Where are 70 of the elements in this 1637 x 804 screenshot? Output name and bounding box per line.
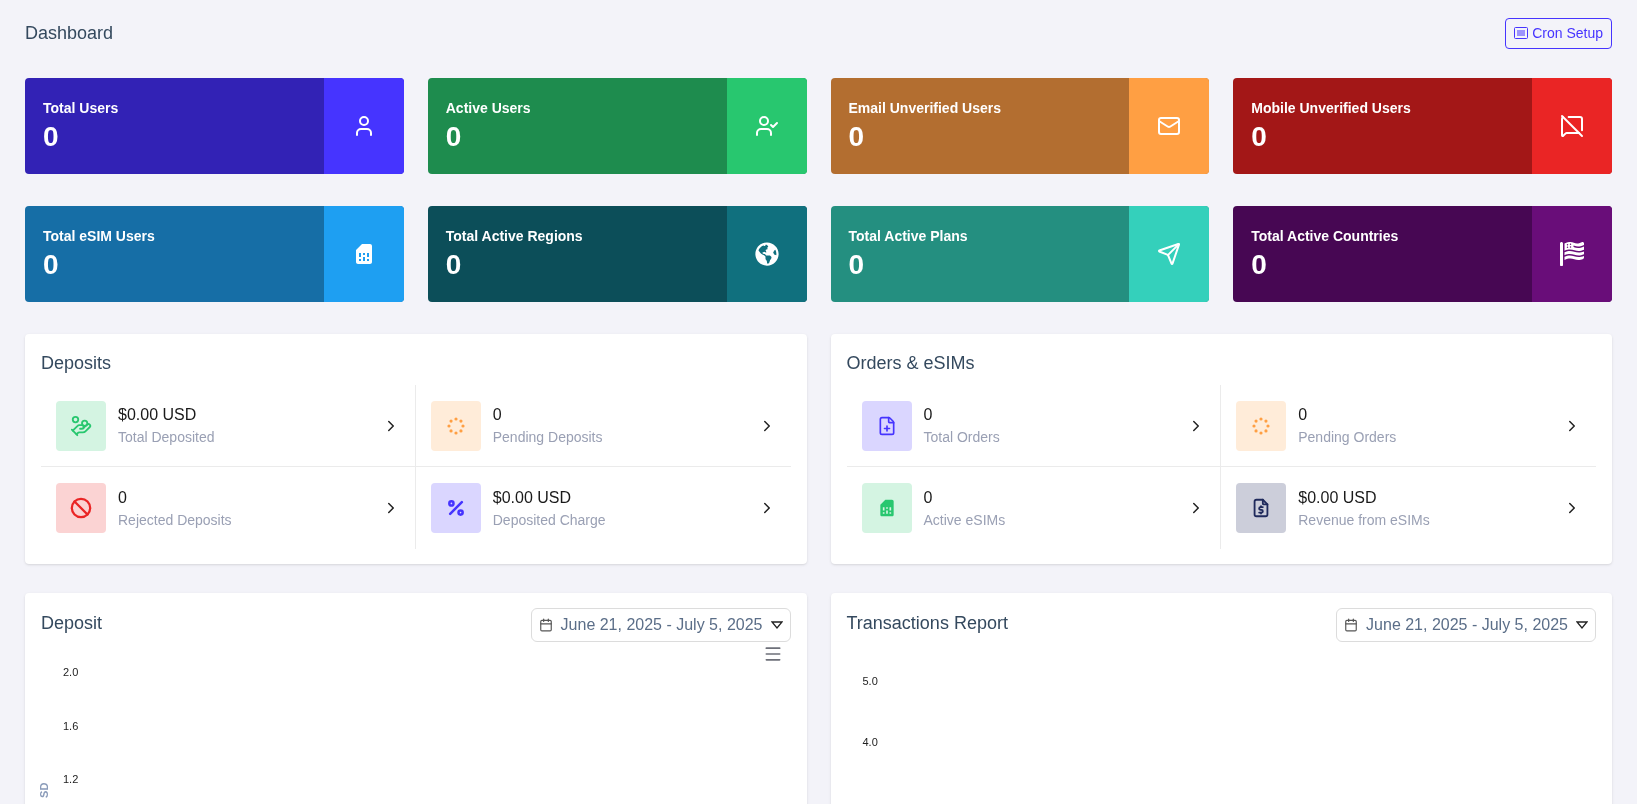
stat-card[interactable]: Total eSIM Users 0 <box>25 206 404 302</box>
stat-label: Total Active Regions <box>445 227 584 246</box>
stat-value: 0 <box>43 248 60 282</box>
stat-card[interactable]: Active Users 0 <box>427 78 807 174</box>
stat-card[interactable]: Total Users 0 <box>25 78 404 174</box>
flag-icon <box>1560 242 1584 266</box>
page-title: Dashboard <box>25 21 114 45</box>
summary-value: $0.00 USD <box>492 487 572 508</box>
stat-label: Total Users <box>43 99 120 118</box>
stat-value: 0 <box>445 120 463 154</box>
y-axis-tick: 4.0 <box>862 734 878 750</box>
user-check-icon <box>754 114 779 138</box>
caret-icon <box>770 621 783 629</box>
list-icon <box>1514 27 1529 39</box>
stat-value: 0 <box>848 120 866 154</box>
axis-label: SD <box>37 782 52 798</box>
summary-label: Revenue from eSIMs <box>1298 510 1431 530</box>
stat-card[interactable]: Total Active Regions 0 <box>427 206 807 302</box>
date-range-picker[interactable]: June 21, 2025 - July 5, 2025 <box>1336 608 1596 642</box>
y-axis-tick: 2.0 <box>63 665 79 680</box>
stat-card[interactable]: Total Active Countries 0 <box>1233 206 1612 302</box>
y-axis-tick: 1.2 <box>63 772 79 787</box>
panel-title: Deposits <box>41 352 113 375</box>
summary-label: Total Deposited <box>118 428 216 447</box>
summary-value: 0 <box>1298 405 1309 425</box>
stat-label: Total Active Countries <box>1251 227 1400 246</box>
summary-label: Pending Deposits <box>492 428 604 447</box>
summary-label: Rejected Deposits <box>118 510 233 530</box>
stat-label: Active Users <box>445 99 532 118</box>
stat-label: Email Unverified Users <box>848 99 1002 118</box>
summary-label: Pending Orders <box>1298 428 1398 447</box>
envelope-icon <box>1157 114 1182 138</box>
percent-icon <box>445 498 466 518</box>
summary-value: $0.00 USD <box>118 405 198 425</box>
ban-icon <box>70 497 92 519</box>
calendar-icon <box>538 618 553 632</box>
stat-value: 0 <box>43 120 60 154</box>
stat-value: 0 <box>445 248 463 282</box>
panel-title: Orders & eSIMs <box>846 352 976 375</box>
caret-icon <box>1576 621 1588 629</box>
dotted-spinner-icon <box>445 415 466 436</box>
stat-value: 0 <box>1251 120 1268 154</box>
stat-value: 0 <box>1251 248 1268 282</box>
summary-value: $0.00 USD <box>1298 487 1378 508</box>
cron-setup-button[interactable]: Cron Setup <box>1505 17 1612 49</box>
summary-label: Deposited Charge <box>492 510 607 530</box>
dotted-spinner-icon <box>1251 415 1272 436</box>
summary-label: Total Orders <box>923 428 1001 447</box>
stat-label: Mobile Unverified Users <box>1251 99 1412 118</box>
stat-card[interactable]: Total Active Plans 0 <box>830 206 1210 302</box>
stat-label: Total Active Plans <box>848 227 969 246</box>
date-range-picker[interactable]: June 21, 2025 - July 5, 2025 <box>530 608 791 642</box>
stat-card[interactable]: Email Unverified Users 0 <box>830 78 1210 174</box>
y-axis-tick: 1.6 <box>63 718 79 734</box>
summary-value: 0 <box>118 487 128 508</box>
hand-coins-icon <box>70 414 92 437</box>
summary-label: Active eSIMs <box>923 510 1007 530</box>
chart-title: Transactions Report <box>846 612 1008 635</box>
paper-plane-icon <box>1157 242 1182 266</box>
calendar-icon <box>1344 618 1359 632</box>
message-off-icon <box>1560 114 1584 138</box>
y-axis-tick: 5.0 <box>862 674 878 689</box>
chart-title: Deposit <box>41 612 103 635</box>
globe-icon <box>754 242 779 266</box>
stat-value: 0 <box>848 248 866 282</box>
stat-label: Total eSIM Users <box>43 227 156 246</box>
stat-card[interactable]: Mobile Unverified Users 0 <box>1233 78 1612 174</box>
summary-value: 0 <box>492 405 503 425</box>
summary-value: 0 <box>923 405 934 425</box>
summary-value: 0 <box>923 487 934 508</box>
